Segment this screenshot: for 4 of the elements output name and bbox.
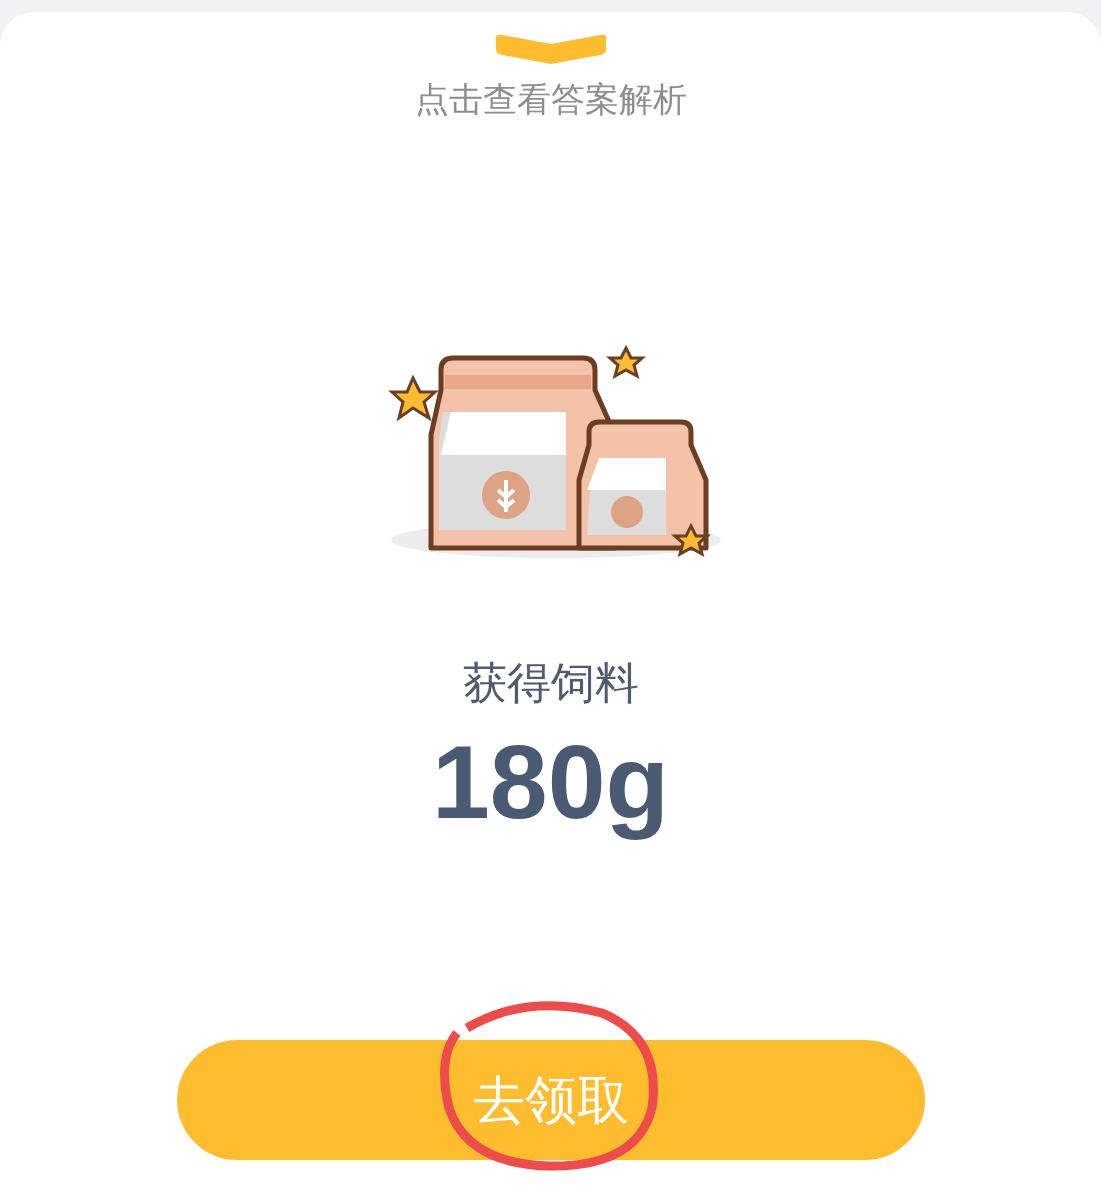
- reward-amount: 180g: [431, 723, 669, 842]
- claim-button[interactable]: 去领取: [176, 1039, 925, 1160]
- reward-title: 获得饲料: [462, 656, 639, 710]
- answer-hint-link[interactable]: 点击查看答案解析: [414, 74, 687, 125]
